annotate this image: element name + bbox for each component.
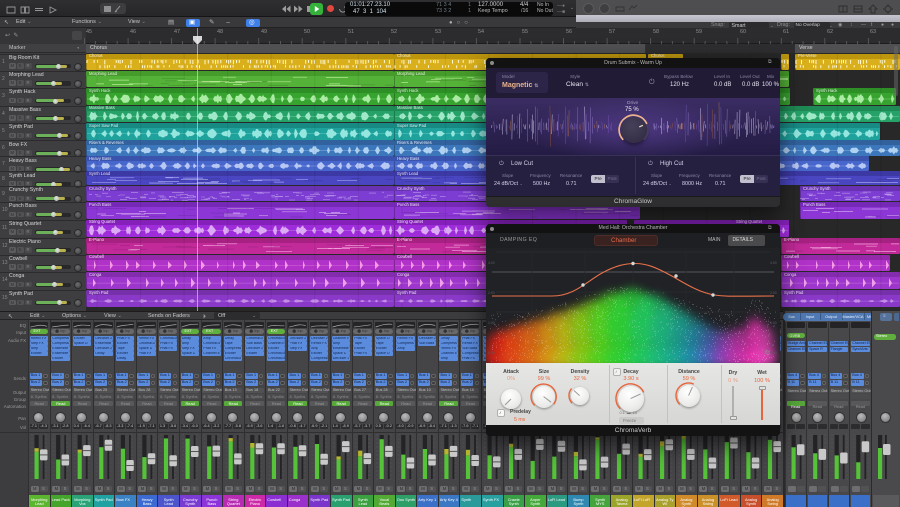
- svg-text:2:00: 2:00: [488, 291, 495, 295]
- svg-text:1:00: 1:00: [770, 321, 777, 325]
- svg-text:1:00: 1:00: [488, 321, 495, 325]
- svg-text:2:00: 2:00: [770, 291, 777, 295]
- svg-text:4:00: 4:00: [488, 261, 495, 265]
- svg-text:0:30: 0:30: [770, 351, 777, 355]
- svg-text:4:00: 4:00: [770, 261, 777, 265]
- svg-text:0:30: 0:30: [488, 351, 495, 355]
